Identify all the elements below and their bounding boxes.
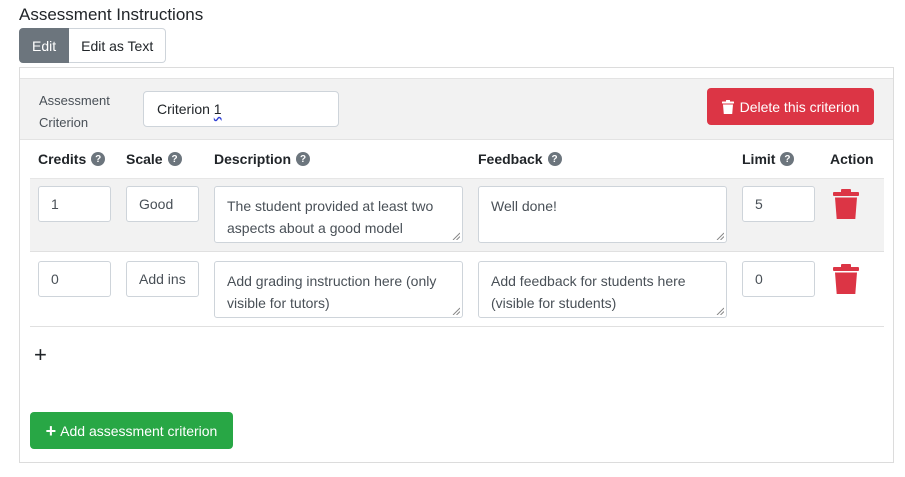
feedback-textarea[interactable]: Well done! (478, 186, 727, 243)
page-title: Assessment Instructions (19, 5, 204, 24)
criterion-name-text: Criterion (157, 101, 210, 117)
criterion-name-input[interactable]: Criterion 1 (143, 91, 339, 127)
header-scale: Scale ? (126, 151, 182, 167)
delete-criterion-button[interactable]: Delete this criterion (707, 88, 874, 125)
resize-handle-icon[interactable] (716, 232, 724, 240)
add-instruction-button[interactable]: + (34, 344, 47, 366)
header-limit-label: Limit (742, 151, 776, 167)
limit-input[interactable]: 0 (742, 261, 815, 297)
credits-input[interactable]: 0 (38, 261, 111, 297)
help-icon[interactable]: ? (167, 152, 182, 166)
header-action: Action (830, 151, 874, 167)
criterion-label: Assessment Criterion (39, 93, 110, 130)
scale-input[interactable]: Good (126, 186, 199, 222)
plus-icon: + (45, 420, 57, 441)
edit-tab[interactable]: Edit (19, 28, 70, 63)
header-feedback-label: Feedback (478, 151, 543, 167)
description-textarea[interactable]: The student provided at least two aspect… (214, 186, 463, 243)
header-description-label: Description (214, 151, 292, 167)
criterion-card: Assessment Criterion Criterion 1 Delete … (19, 67, 894, 463)
add-assessment-criterion-label: Add assessment criterion (60, 422, 218, 439)
header-feedback: Feedback ? (478, 151, 562, 167)
resize-handle-icon[interactable] (716, 307, 724, 315)
header-limit: Limit ? (742, 151, 795, 167)
criterion-name-suffix: 1 (213, 101, 222, 117)
feedback-text: Well done! (491, 198, 557, 214)
header-scale-label: Scale (126, 151, 163, 167)
help-icon[interactable]: ? (91, 152, 106, 166)
help-icon[interactable]: ? (296, 152, 311, 166)
limit-input[interactable]: 5 (742, 186, 815, 222)
feedback-text: Add feedback for students here (visible … (491, 273, 686, 311)
header-credits-label: Credits (38, 151, 87, 167)
resize-handle-icon[interactable] (452, 307, 460, 315)
resize-handle-icon[interactable] (452, 232, 460, 240)
header-description: Description ? (214, 151, 311, 167)
trash-icon[interactable] (833, 264, 859, 294)
criterion-header: Assessment Criterion Criterion 1 Delete … (20, 78, 893, 140)
feedback-textarea[interactable]: Add feedback for students here (visible … (478, 261, 727, 318)
delete-criterion-label: Delete this criterion (739, 98, 860, 115)
trash-icon[interactable] (833, 189, 859, 219)
description-textarea[interactable]: Add grading instruction here (only visib… (214, 261, 463, 318)
scale-input[interactable]: Add ins (126, 261, 199, 297)
header-credits: Credits ? (38, 151, 106, 167)
help-icon[interactable]: ? (547, 152, 562, 166)
credits-input[interactable]: 1 (38, 186, 111, 222)
edit-as-text-tab[interactable]: Edit as Text (69, 28, 167, 63)
add-assessment-criterion-button[interactable]: + Add assessment criterion (30, 412, 233, 449)
trash-icon (721, 99, 734, 114)
header-action-label: Action (830, 151, 874, 167)
description-text: Add grading instruction here (only visib… (227, 273, 437, 311)
editor-mode-tabs: Edit Edit as Text (19, 28, 167, 63)
description-text: The student provided at least two aspect… (227, 198, 434, 236)
help-icon[interactable]: ? (780, 152, 795, 166)
